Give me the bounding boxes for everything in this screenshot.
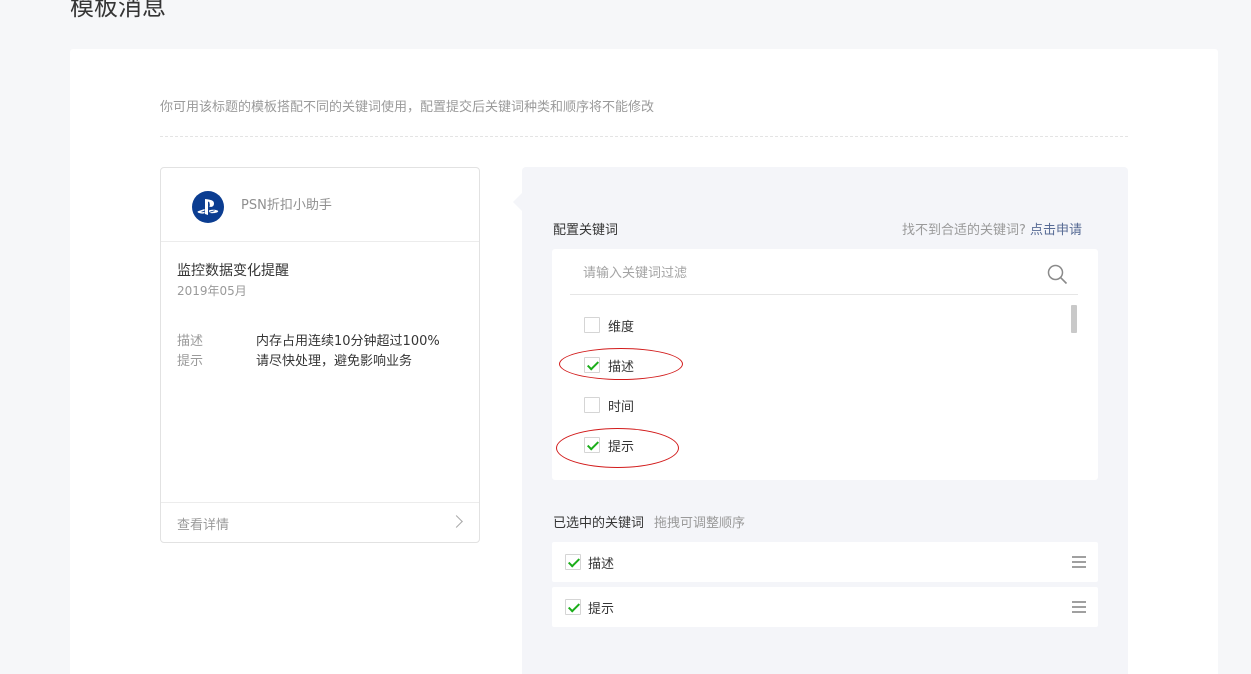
drag-handle-icon[interactable] [1072, 601, 1086, 613]
drag-hint: 拖拽可调整顺序 [654, 516, 746, 531]
divider [160, 136, 1128, 137]
keyword-filter-input[interactable] [570, 252, 1078, 295]
card-header: PSN折扣小助手 [161, 168, 479, 242]
checkbox[interactable] [584, 317, 600, 333]
selected-keywords-label: 已选中的关键词 拖拽可调整顺序 [553, 512, 745, 531]
message-date: 2019年05月 [177, 284, 247, 298]
field-value: 内存占用连续10分钟超过100% [256, 334, 440, 349]
keyword-list-scrollbar[interactable] [1071, 305, 1077, 333]
view-details-label: 查看详情 [177, 518, 230, 533]
apply-keyword-text: 找不到合适的关键词? [902, 223, 1026, 238]
highlight-annotation [559, 348, 683, 380]
checkbox-checked[interactable] [565, 599, 581, 615]
page-title: 模板消息 [70, 0, 166, 21]
account-name: PSN折扣小助手 [241, 198, 332, 213]
selected-keyword-row[interactable]: 描述 [552, 542, 1098, 582]
apply-keyword-hint: 找不到合适的关键词? 点击申请 [902, 219, 1082, 238]
keyword-option-label: 时间 [608, 400, 635, 415]
drag-handle-icon[interactable] [1072, 556, 1086, 568]
config-keywords-label: 配置关键词 [553, 223, 619, 238]
field-key: 描述 [177, 334, 204, 349]
highlight-annotation [556, 428, 679, 468]
checkbox[interactable] [584, 397, 600, 413]
chevron-right-icon [450, 515, 463, 528]
field-value: 请尽快处理，避免影响业务 [256, 354, 413, 369]
selected-keyword-label: 提示 [588, 602, 615, 617]
search-icon[interactable] [1047, 264, 1068, 285]
message-title: 监控数据变化提醒 [177, 263, 289, 279]
checkbox-checked[interactable] [565, 554, 581, 570]
template-preview-card: PSN折扣小助手 监控数据变化提醒 2019年05月 描述 内存占用连续10分钟… [160, 167, 480, 543]
selected-keywords-title: 已选中的关键词 [553, 516, 645, 531]
selected-keyword-label: 描述 [588, 557, 615, 572]
selected-keyword-row[interactable]: 提示 [552, 587, 1098, 627]
field-key: 提示 [177, 354, 204, 369]
avatar [192, 191, 224, 223]
apply-keyword-link[interactable]: 点击申请 [1030, 223, 1082, 238]
playstation-logo-icon [197, 199, 219, 215]
view-details-link[interactable]: 查看详情 [161, 502, 479, 542]
keyword-option-label: 维度 [608, 320, 635, 335]
template-hint: 你可用该标题的模板搭配不同的关键词使用，配置提交后关键词种类和顺序将不能修改 [160, 100, 655, 115]
